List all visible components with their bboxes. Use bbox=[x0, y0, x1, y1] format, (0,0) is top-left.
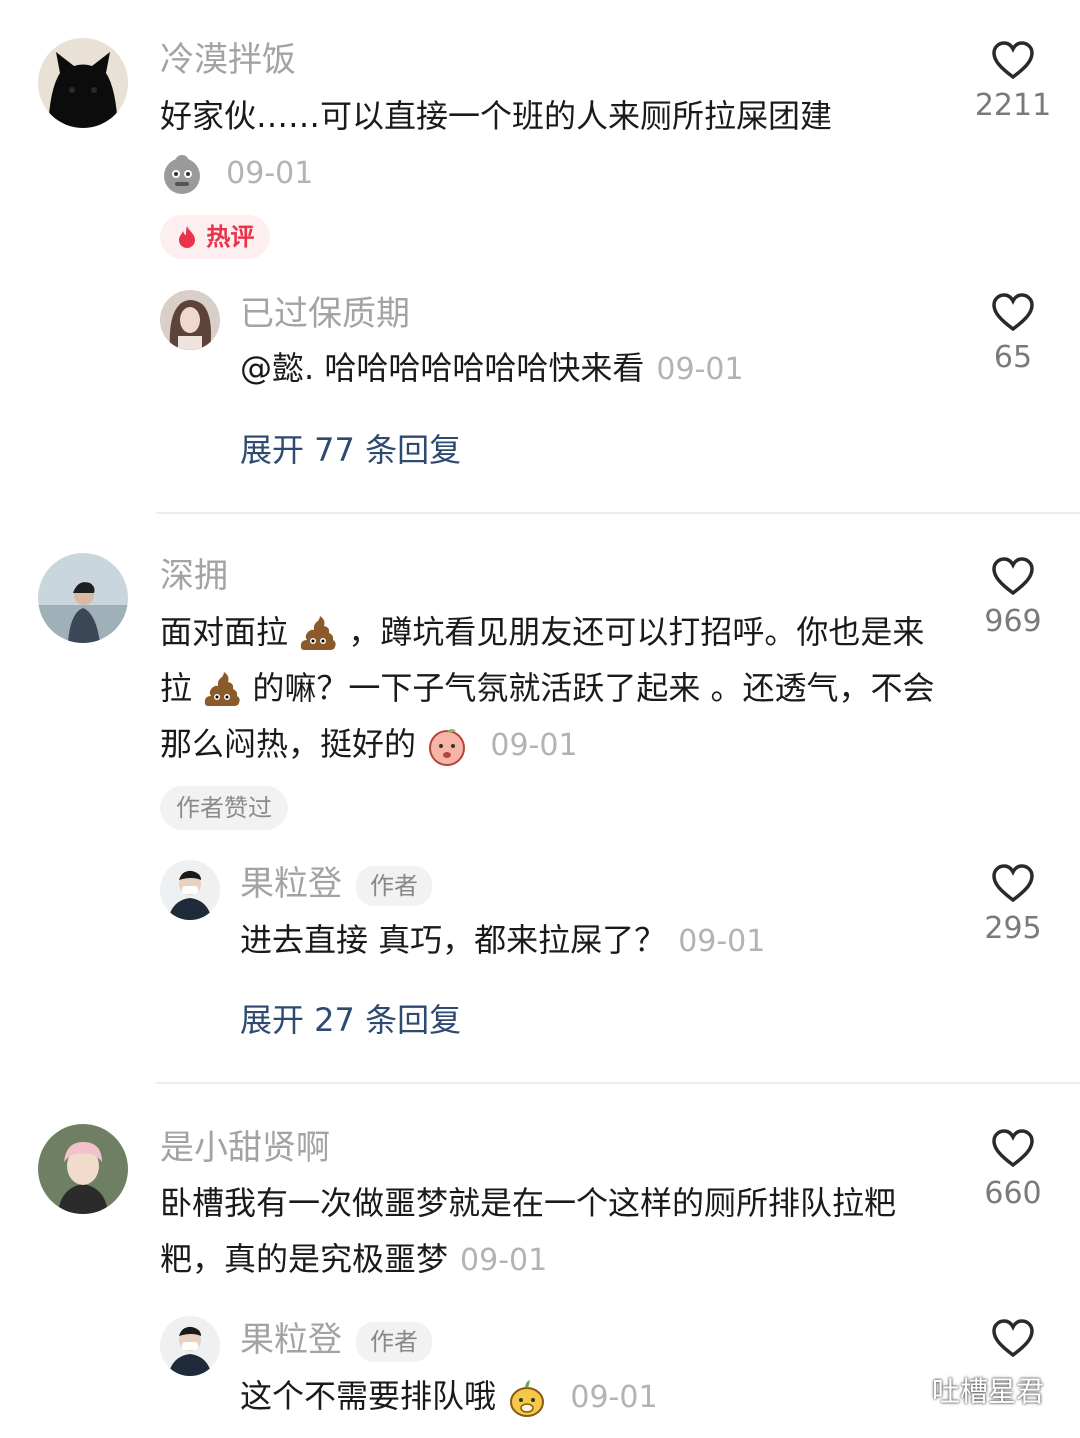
avatar[interactable] bbox=[38, 1124, 128, 1214]
author-badge: 作者 bbox=[356, 1321, 432, 1362]
username[interactable]: 是小甜贤啊 bbox=[160, 1128, 330, 1168]
pink-hair-avatar-icon bbox=[38, 1124, 128, 1214]
reply-text: 这个不需要排队哦 bbox=[240, 1377, 497, 1415]
watermark-text: 吐槽星君 bbox=[931, 1375, 1044, 1408]
wechat-icon bbox=[884, 1373, 923, 1405]
reply-text-line: 这个不需要排队哦 09-01 bbox=[240, 1368, 658, 1426]
comment-text: 卧槽我有一次做噩梦就是在一个这样的厕所排队拉粑粑，真的是究极噩梦 09-01 bbox=[160, 1175, 950, 1289]
watermark: 吐槽星君 bbox=[884, 1370, 1044, 1410]
heart-icon bbox=[992, 1319, 1034, 1358]
comment-3: 是小甜贤啊 卧槽我有一次做噩梦就是在一个这样的厕所排队拉粑粑，真的是究极噩梦 09… bbox=[0, 0, 1080, 1438]
reply-username[interactable]: 果粒登 bbox=[240, 1320, 342, 1360]
reply-date: 09-01 bbox=[570, 1380, 658, 1415]
reply-like-button[interactable] bbox=[958, 1318, 1068, 1358]
heart-icon bbox=[992, 1129, 1034, 1168]
reply-username-row: 果粒登 作者 bbox=[240, 1320, 432, 1362]
pear-face-emoji bbox=[510, 1380, 545, 1417]
comment-date: 09-01 bbox=[460, 1243, 548, 1278]
like-count: 660 bbox=[984, 1176, 1042, 1211]
masked-person-avatar-icon bbox=[160, 1316, 220, 1376]
like-button[interactable]: 660 bbox=[958, 1128, 1068, 1212]
reply-avatar[interactable] bbox=[160, 1316, 220, 1376]
